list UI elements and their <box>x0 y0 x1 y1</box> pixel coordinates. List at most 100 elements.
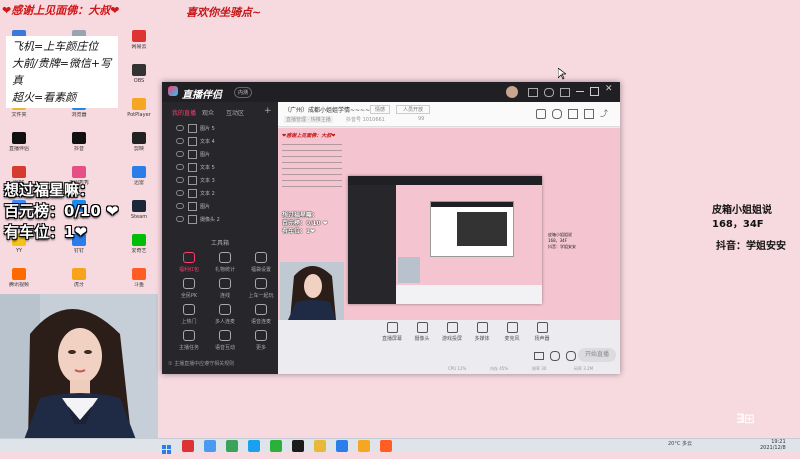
tool-button[interactable]: 连线 <box>210 278 240 304</box>
desktop-icon[interactable]: 网易云 <box>122 30 156 60</box>
menu-icon[interactable] <box>528 88 538 97</box>
tool-button[interactable]: 福利红包 <box>174 252 204 278</box>
visibility-icon[interactable] <box>176 177 184 183</box>
visibility-icon[interactable] <box>176 125 184 131</box>
taskbar-app-icon[interactable] <box>248 440 260 452</box>
taskbar-app-icon[interactable] <box>204 440 216 452</box>
version-badge[interactable]: 内测 <box>234 87 253 98</box>
scene-item[interactable]: 摄像头 2 <box>162 213 278 225</box>
desktop-icon[interactable]: 抖音 <box>62 132 96 162</box>
visibility-icon[interactable] <box>176 190 184 196</box>
room-tag[interactable]: 情感 <box>370 105 391 114</box>
screenshot-icon[interactable] <box>568 109 578 119</box>
add-scene-icon[interactable]: + <box>264 106 272 116</box>
desktop-icon[interactable]: PotPlayer <box>122 98 156 128</box>
tool-icon <box>219 330 231 341</box>
scene-item[interactable]: 文本 3 <box>162 174 278 186</box>
desktop-icon[interactable]: 爱奇艺 <box>122 234 156 264</box>
desktop-icon[interactable]: 迅雷 <box>122 166 156 196</box>
start-button[interactable] <box>162 440 172 454</box>
status-item: 码率 3.2M <box>574 366 594 371</box>
settings-gear-icon[interactable] <box>566 351 576 361</box>
tool-button[interactable]: 上热门 <box>174 304 204 330</box>
visibility-icon[interactable] <box>176 151 184 157</box>
visibility-icon[interactable] <box>176 138 184 144</box>
tool-label: 语音连麦 <box>250 319 271 325</box>
bottom-tool-button[interactable]: 直播屏幕 <box>378 322 406 342</box>
start-live-button[interactable]: 开始直播 <box>578 348 616 362</box>
tool-button[interactable]: 多人连麦 <box>210 304 240 330</box>
room-meta: 直播管理 · 快推主播 <box>284 116 333 123</box>
room-tag-2[interactable]: 人员开放 <box>396 105 431 114</box>
scene-item[interactable]: 文本 4 <box>162 135 278 147</box>
taskbar-app-icon[interactable] <box>358 440 370 452</box>
avatar[interactable] <box>506 86 518 98</box>
app-icon <box>132 30 146 42</box>
record-icon[interactable] <box>552 109 562 119</box>
camera-toggle-icon[interactable] <box>534 352 544 360</box>
desktop-icon[interactable]: 直播伴侣 <box>2 132 36 162</box>
bottom-tool-button[interactable]: 麦克风 <box>498 322 526 342</box>
clock[interactable]: 19:21 2021/12/8 <box>760 439 786 451</box>
bottom-tool-label: 游戏投屏 <box>441 336 462 342</box>
minimize-icon[interactable] <box>576 91 584 92</box>
room-title[interactable]: （广州）成都小姐姐学情~~~~ <box>284 105 370 114</box>
visibility-icon[interactable] <box>176 203 184 209</box>
tool-label: 多人连麦 <box>214 319 235 325</box>
tab-live[interactable]: 我的直播 <box>172 108 196 117</box>
desktop-icon[interactable]: OBS <box>122 64 156 94</box>
scene-item[interactable]: 图片 <box>162 148 278 160</box>
tool-button[interactable]: 更多 <box>246 330 276 356</box>
preview-canvas[interactable]: ❤感谢上见面佛：大叔❤ 想过福星嘛： 百元榜：0/10 ❤ 有车位：1❤ 皮箱小… <box>278 128 620 320</box>
tool-button[interactable]: 福袋设置 <box>246 252 276 278</box>
scene-item[interactable]: 文本 5 <box>162 161 278 173</box>
status-item: 内存 45% <box>490 366 509 371</box>
online-count: 99 <box>418 116 425 122</box>
tool-button[interactable]: 上车一起玩 <box>246 278 276 304</box>
desktop-icon-label: 虎牙 <box>73 282 84 288</box>
scene-item[interactable]: 图片 5 <box>162 122 278 134</box>
stat-line: 有车位：1❤ <box>4 223 88 241</box>
windows-icon <box>162 445 171 454</box>
close-icon[interactable]: ✕ <box>605 84 613 94</box>
note-line: 大前/贵牌=微信+写真 <box>12 57 112 87</box>
maximize-icon[interactable] <box>590 87 599 96</box>
scene-item[interactable]: 文本 2 <box>162 187 278 199</box>
taskbar-app-icon[interactable] <box>226 440 238 452</box>
tool-button[interactable]: 语音连麦 <box>246 304 276 330</box>
taskbar-app-icon[interactable] <box>270 440 282 452</box>
desktop-icon[interactable]: 剪映 <box>122 132 156 162</box>
visibility-icon[interactable] <box>176 164 184 170</box>
scene-item[interactable]: 图片 <box>162 200 278 212</box>
bottom-tool-button[interactable]: 多媒体 <box>468 322 496 342</box>
tab-interact[interactable]: 互动区 <box>226 108 244 117</box>
share-icon[interactable]: ⤴ <box>600 108 608 119</box>
feedback-icon[interactable] <box>560 88 570 97</box>
source-icon <box>188 189 197 198</box>
app-title: 直播伴侣 <box>182 90 222 101</box>
taskbar-app-icon[interactable] <box>380 440 392 452</box>
tool-button[interactable]: 礼物统计 <box>210 252 240 278</box>
visibility-icon[interactable] <box>176 216 184 222</box>
tool-button[interactable]: 语音互动 <box>210 330 240 356</box>
tool-button[interactable]: 主播任务 <box>174 330 204 356</box>
tool-button[interactable]: 全民PK <box>174 278 204 304</box>
weather-text[interactable]: 20°C 多云 <box>668 440 692 447</box>
taskbar-app-icon[interactable] <box>336 440 348 452</box>
bottom-tool-label: 直播屏幕 <box>381 336 402 342</box>
tool-icon <box>255 330 267 341</box>
settings-icon[interactable] <box>544 88 554 97</box>
taskbar-app-icon[interactable] <box>292 440 304 452</box>
tab-audience[interactable]: 观众 <box>202 108 214 117</box>
taskbar-app-icon[interactable] <box>182 440 194 452</box>
bag-icon[interactable] <box>584 109 594 119</box>
tool-label: 主播任务 <box>178 345 199 351</box>
taskbar-app-icon[interactable] <box>314 440 326 452</box>
bottom-tool-button[interactable]: 扬声器 <box>528 322 556 342</box>
app-icon <box>132 166 146 178</box>
bottom-tool-button[interactable]: 摄像头 <box>408 322 436 342</box>
beauty-icon[interactable] <box>550 351 560 361</box>
desktop-icon[interactable]: Steam <box>122 200 156 230</box>
layout-icon[interactable] <box>536 109 546 119</box>
bottom-tool-button[interactable]: 游戏投屏 <box>438 322 466 342</box>
